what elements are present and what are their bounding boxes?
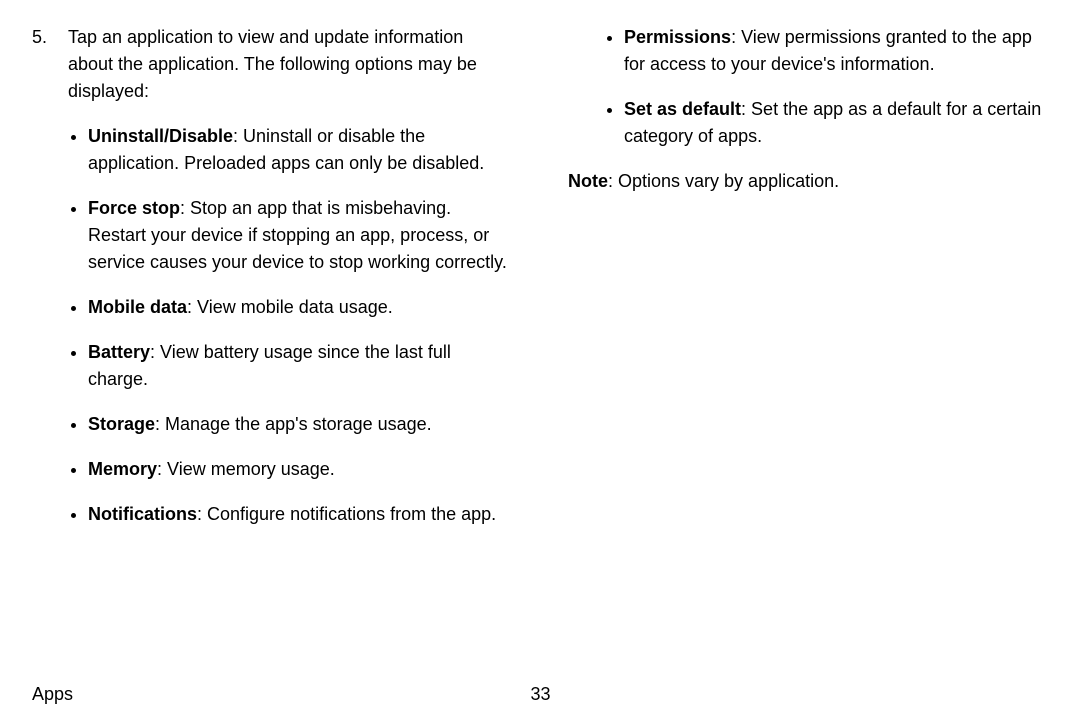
document-page: 5. Tap an application to view and update… <box>0 0 1080 720</box>
list-item: Storage: Manage the app's storage usage. <box>88 411 512 438</box>
footer-page-number: 33 <box>531 681 551 708</box>
list-item: Permissions: View permissions granted to… <box>624 24 1048 78</box>
item-text: : Configure notifications from the app. <box>197 504 496 524</box>
content-columns: 5. Tap an application to view and update… <box>32 24 1048 673</box>
item-label: Force stop <box>88 198 180 218</box>
step-intro: Tap an application to view and update in… <box>68 24 512 105</box>
note-text: : Options vary by application. <box>608 171 839 191</box>
numbered-step: 5. Tap an application to view and update… <box>32 24 512 105</box>
footer-section: Apps <box>32 681 73 708</box>
bullet-list-right: Permissions: View permissions granted to… <box>604 24 1048 150</box>
right-column: Permissions: View permissions granted to… <box>568 24 1048 673</box>
item-label: Battery <box>88 342 150 362</box>
list-item: Uninstall/Disable: Uninstall or disable … <box>88 123 512 177</box>
item-label: Storage <box>88 414 155 434</box>
item-label: Permissions <box>624 27 731 47</box>
list-item: Memory: View memory usage. <box>88 456 512 483</box>
list-item: Force stop: Stop an app that is misbehav… <box>88 195 512 276</box>
left-column: 5. Tap an application to view and update… <box>32 24 512 673</box>
bullet-list-left: Uninstall/Disable: Uninstall or disable … <box>68 123 512 528</box>
note-line: Note: Options vary by application. <box>568 168 1048 195</box>
item-label: Set as default <box>624 99 741 119</box>
item-label: Mobile data <box>88 297 187 317</box>
item-label: Notifications <box>88 504 197 524</box>
list-item: Notifications: Configure notifications f… <box>88 501 512 528</box>
list-item: Mobile data: View mobile data usage. <box>88 294 512 321</box>
note-label: Note <box>568 171 608 191</box>
list-item: Battery: View battery usage since the la… <box>88 339 512 393</box>
item-label: Uninstall/Disable <box>88 126 233 146</box>
page-footer: Apps 33 <box>32 673 1048 708</box>
item-text: : Manage the app's storage usage. <box>155 414 432 434</box>
item-text: : View memory usage. <box>157 459 335 479</box>
item-text: : View mobile data usage. <box>187 297 393 317</box>
list-item: Set as default: Set the app as a default… <box>624 96 1048 150</box>
item-label: Memory <box>88 459 157 479</box>
step-number: 5. <box>32 24 68 105</box>
